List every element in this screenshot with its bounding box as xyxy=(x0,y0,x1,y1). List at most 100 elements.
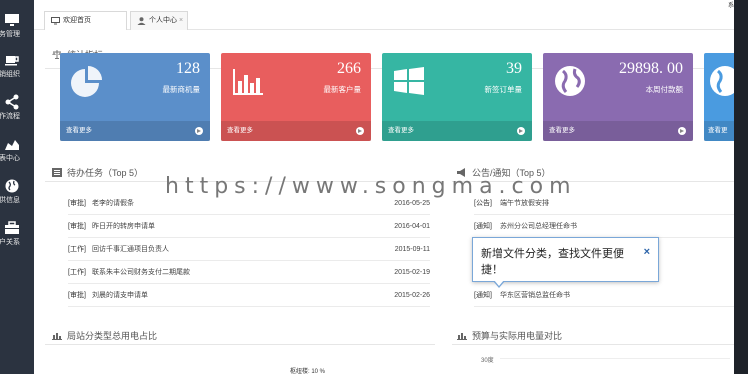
chart-right-title: 预算与实际用电量对比 xyxy=(457,329,562,342)
todo-text: 联系朱丰公司财务支付二期尾款 xyxy=(92,269,190,276)
todo-title: 待办任务（Top 5） xyxy=(52,166,143,179)
arrow-right-icon xyxy=(195,127,203,135)
stat-card-orders: 39 新签订单量 查看更多 xyxy=(382,53,532,141)
tab-label: 个人中心 xyxy=(149,17,177,24)
sidebar-item-reports[interactable]: 报表中心 xyxy=(0,136,34,163)
globe-icon xyxy=(555,66,585,96)
y-axis-tick-label: 30度 xyxy=(481,358,494,364)
stat-card-payments: 29898. 00 本周付款额 查看更多 xyxy=(543,53,693,141)
stat-card-opportunities: 128 最新商机量 查看更多 xyxy=(60,53,210,141)
arrow-right-icon xyxy=(678,127,686,135)
sidebar-item-label: 营销组织 xyxy=(0,71,20,78)
view-more-link[interactable]: 查看更多 xyxy=(543,121,693,141)
monitor-icon xyxy=(5,14,19,26)
monitor-icon xyxy=(51,17,60,25)
chart-right-title-text: 预算与实际用电量对比 xyxy=(472,331,563,341)
todo-category: [工作] xyxy=(68,246,86,253)
bar-chart-icon xyxy=(52,333,62,340)
sidebar-item-business[interactable]: 商务管理 xyxy=(0,12,34,39)
view-more-link[interactable]: 查看更多 xyxy=(60,121,210,141)
globe-icon xyxy=(5,179,19,193)
notice-text: 华东区营销总监任命书 xyxy=(500,292,570,299)
close-icon[interactable]: × xyxy=(179,17,183,24)
stat-caption: 最新商机量 xyxy=(162,85,201,94)
sidebar-item-crm[interactable]: 客户关系 xyxy=(0,220,34,247)
globe-icon xyxy=(710,66,734,96)
pie-slice-label: 枢纽楼: 10 % xyxy=(290,369,326,374)
todo-row[interactable]: [工作] 回访千事汇通项目负责人 2015-09-11 xyxy=(68,239,430,261)
sidebar-item-workflow[interactable]: 工作流程 xyxy=(0,94,34,121)
todo-category: [工作] xyxy=(68,269,86,276)
divider xyxy=(452,344,734,345)
todo-row[interactable]: [审批] 昨日开的转房申请单 2016-04-01 xyxy=(68,216,430,238)
todo-text: 回访千事汇通项目负责人 xyxy=(92,246,169,253)
view-more-label: 查看更 xyxy=(708,127,728,134)
stat-value: 39 xyxy=(506,60,522,77)
stat-value: 128 xyxy=(176,60,200,77)
todo-date: 2016-04-01 xyxy=(394,223,430,230)
notice-category: [通知] xyxy=(474,292,492,299)
sidebar-item-label: 报表中心 xyxy=(0,155,20,162)
sidebar-item-org[interactable]: 营销组织 xyxy=(0,52,34,79)
tab-personal-center[interactable]: 个人中心 × xyxy=(130,11,188,30)
view-more-link[interactable]: 查看更多 xyxy=(382,121,532,141)
todo-row[interactable]: [工作] 联系朱丰公司财务支付二期尾款 2015-02-19 xyxy=(68,262,430,284)
briefcase-icon xyxy=(5,221,19,234)
share-icon xyxy=(5,94,19,110)
windows-icon xyxy=(394,67,424,95)
stat-caption: 本周付款额 xyxy=(645,85,684,94)
stat-card-customers: 266 最新客户量 查看更多 xyxy=(221,53,371,141)
todo-text: 昨日开的转房申请单 xyxy=(92,223,155,230)
stat-value: 29898. 00 xyxy=(619,60,683,77)
close-icon[interactable]: × xyxy=(644,244,650,260)
sidebar-item-info[interactable]: 提供信息 xyxy=(0,178,34,205)
todo-row[interactable]: [审批] 刘晨的请支申请单 2015-02-26 xyxy=(68,285,430,307)
todo-category: [审批] xyxy=(68,292,86,299)
pie-chart-icon xyxy=(71,66,102,97)
todo-title-text: 待办任务（Top 5） xyxy=(67,168,144,178)
todo-date: 2015-02-26 xyxy=(394,292,430,299)
sidebar: 商务管理 营销组织 工作流程 报表中心 提供信息 客户关系 xyxy=(0,0,34,374)
view-more-link[interactable]: 查看更多 xyxy=(221,121,371,141)
sidebar-item-label: 客户关系 xyxy=(0,239,20,246)
list-icon xyxy=(52,168,62,177)
stat-value: 266 xyxy=(337,60,361,77)
tab-label: 欢迎首页 xyxy=(63,17,91,24)
watermark: https://www.songma.com xyxy=(165,174,577,199)
bar-chart-icon xyxy=(233,69,263,95)
bar-chart-icon xyxy=(457,333,467,340)
arrow-right-icon xyxy=(517,127,525,135)
coffee-cup-icon xyxy=(5,56,19,66)
divider xyxy=(45,344,435,345)
todo-category: [审批] xyxy=(68,223,86,230)
sidebar-item-label: 提供信息 xyxy=(0,197,20,204)
chart-left-title-text: 局站分类型总用电占比 xyxy=(67,331,158,341)
notice-category: [通知] xyxy=(474,223,492,230)
view-more-label: 查看更多 xyxy=(388,127,414,134)
todo-text: 刘晨的请支申请单 xyxy=(92,292,148,299)
todo-date: 2015-02-19 xyxy=(394,269,430,276)
sidebar-item-label: 商务管理 xyxy=(0,31,20,38)
view-more-link[interactable]: 查看更 xyxy=(704,121,734,141)
tip-popup: 新增文件分类，查找文件更便捷！ × xyxy=(472,237,659,288)
stat-caption: 最新客户量 xyxy=(323,85,362,94)
area-chart-icon xyxy=(5,140,19,150)
notice-text: 苏州分公司总经理任命书 xyxy=(500,223,577,230)
arrow-right-icon xyxy=(356,127,364,135)
view-more-label: 查看更多 xyxy=(549,127,575,134)
grid-line xyxy=(500,358,730,359)
todo-category: [审批] xyxy=(68,200,86,207)
view-more-label: 查看更多 xyxy=(227,127,253,134)
user-icon xyxy=(137,17,146,25)
notice-row[interactable]: [通知] 苏州分公司总经理任命书 xyxy=(474,216,734,238)
stat-card-partial: 查看更 xyxy=(704,53,734,141)
chart-left-title: 局站分类型总用电占比 xyxy=(52,329,157,342)
popup-text: 新增文件分类，查找文件更便捷！ xyxy=(481,248,624,276)
stat-caption: 新签订单量 xyxy=(484,85,523,94)
sidebar-item-label: 工作流程 xyxy=(0,113,20,120)
tab-welcome[interactable]: 欢迎首页 xyxy=(44,11,127,30)
todo-text: 老李的请假条 xyxy=(92,200,134,207)
notice-row[interactable]: [通知] 华东区营销总监任命书 xyxy=(474,285,734,307)
todo-date: 2015-09-11 xyxy=(394,246,430,253)
tab-bar: 欢迎首页 个人中心 × 系 xyxy=(34,0,748,30)
